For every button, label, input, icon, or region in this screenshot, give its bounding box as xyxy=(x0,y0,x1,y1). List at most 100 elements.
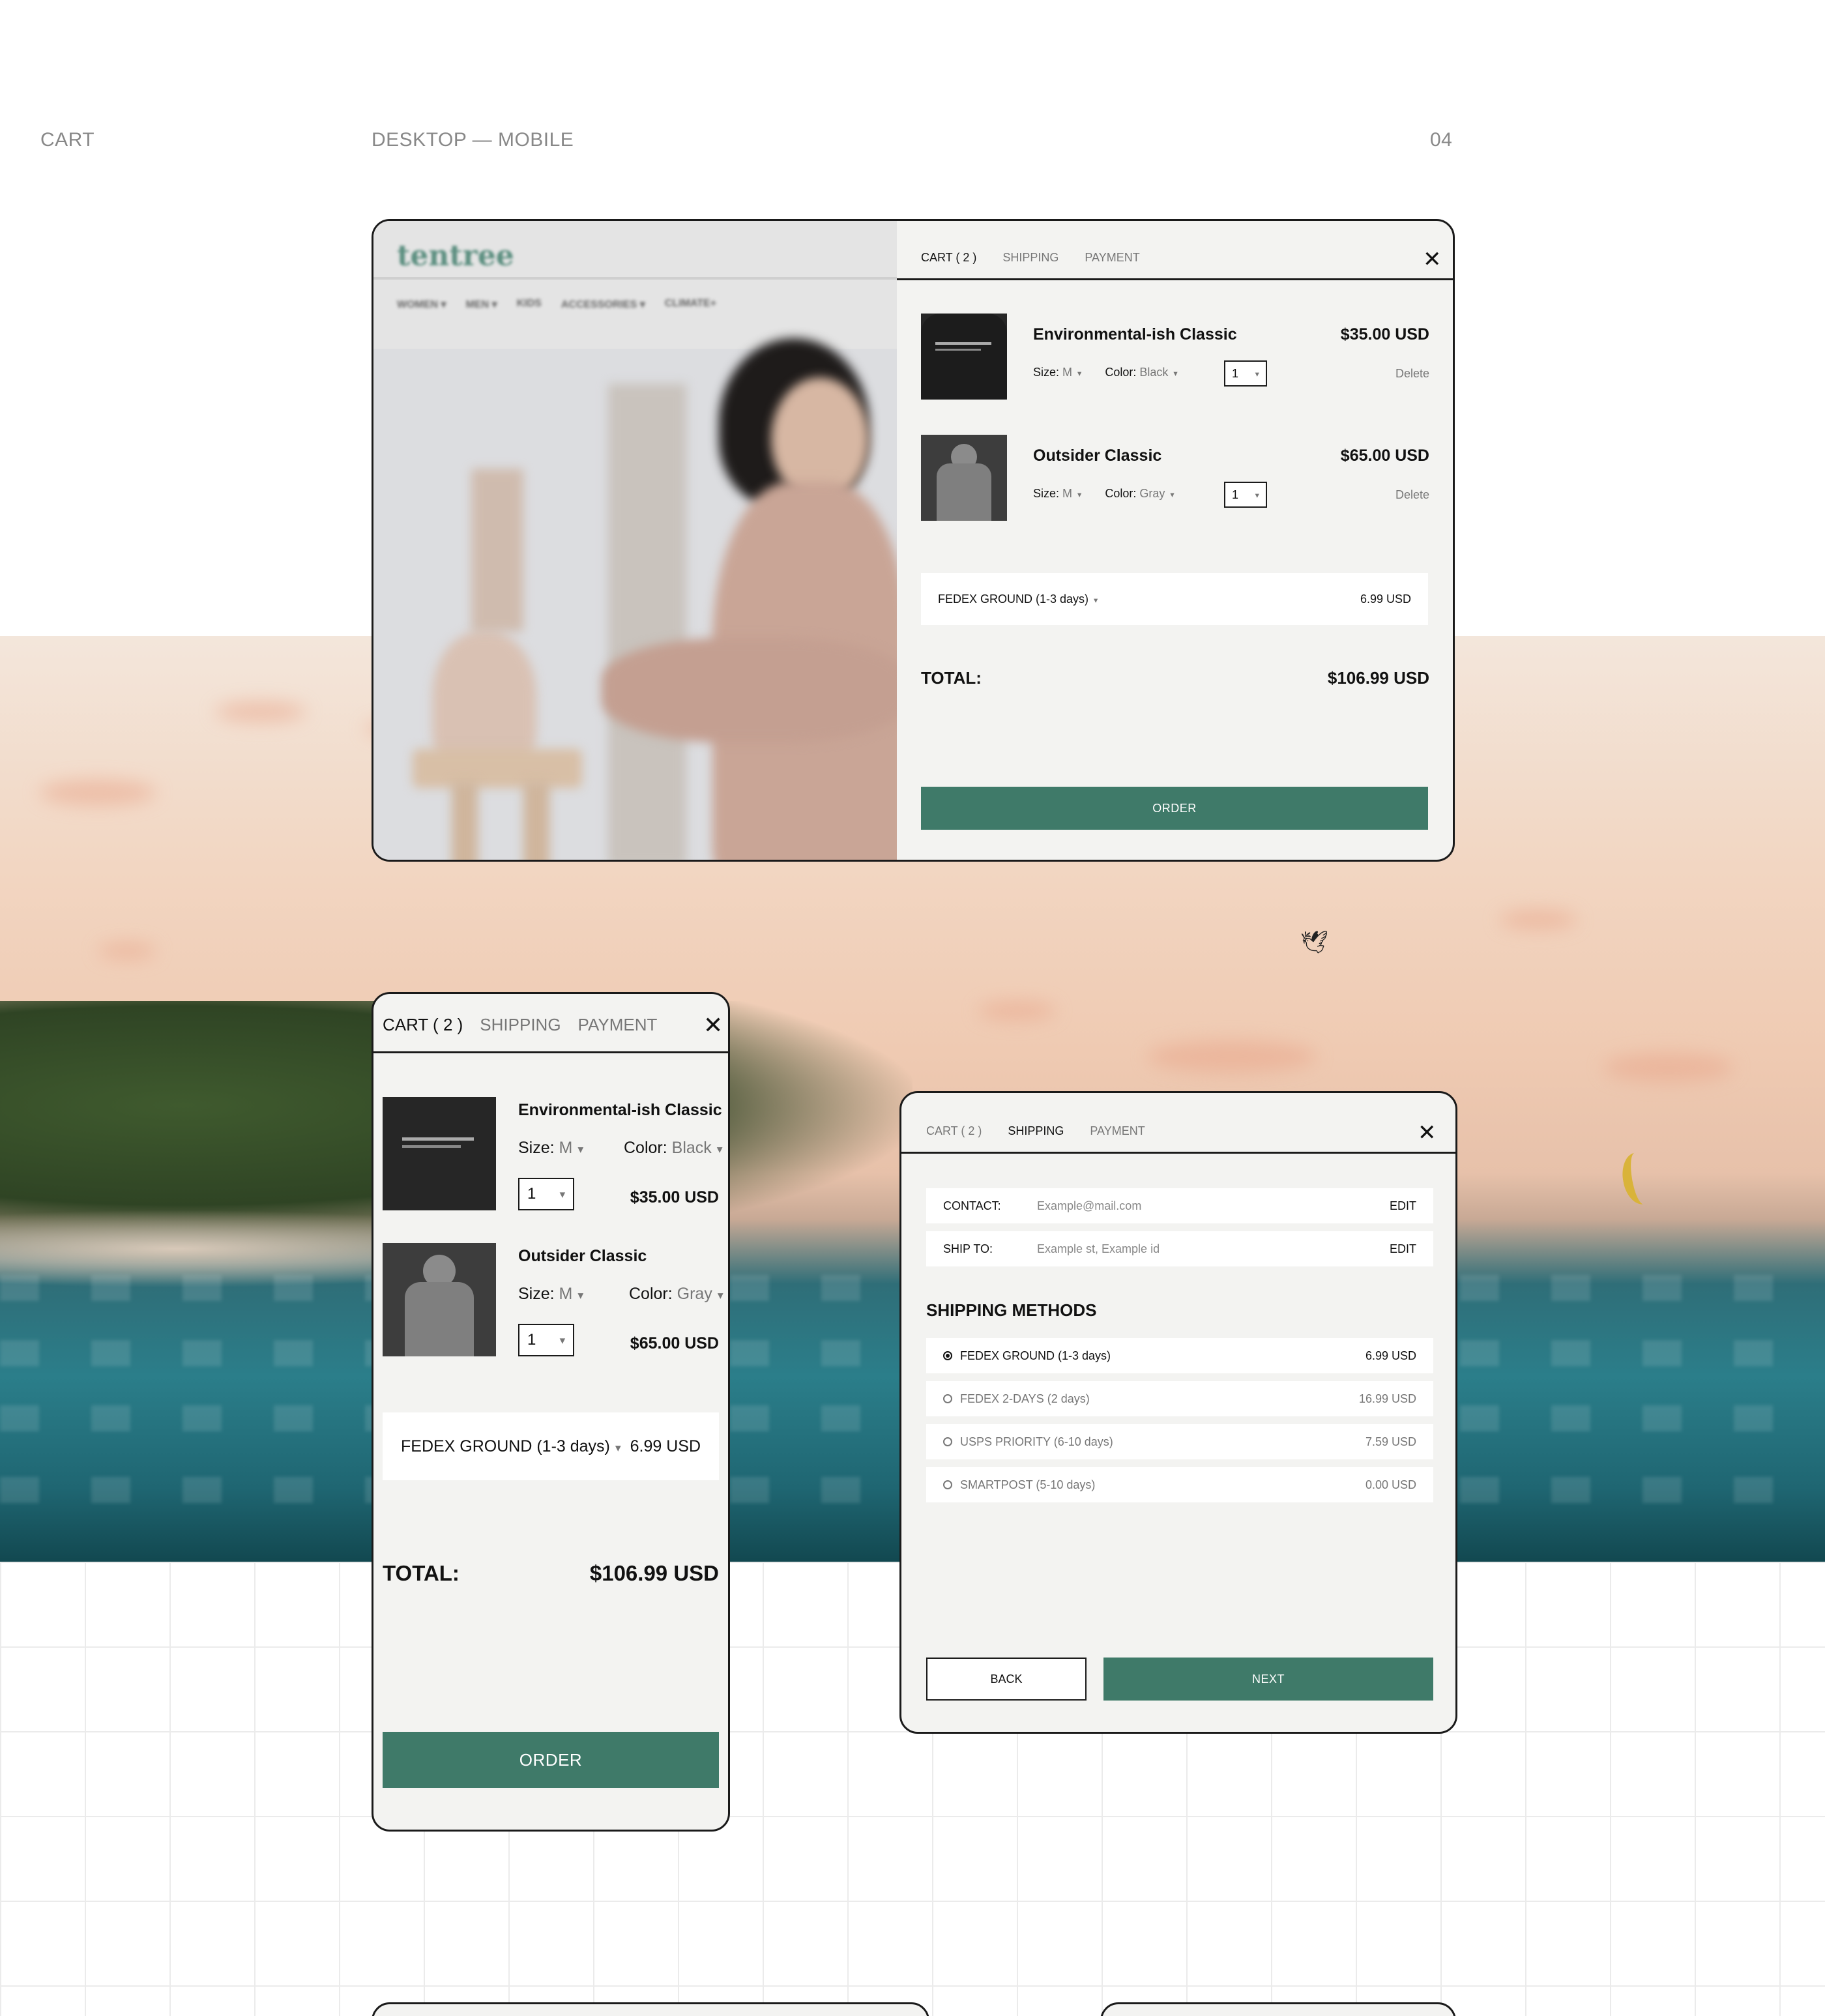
chevron-down-icon: ▾ xyxy=(1077,490,1082,499)
product-price: $35.00 USD xyxy=(630,1188,719,1206)
back-button[interactable]: BACK xyxy=(926,1658,1087,1701)
brand-logo: tentree xyxy=(397,239,514,272)
total-label: TOTAL: xyxy=(921,668,982,688)
chevron-down-icon: ▾ xyxy=(717,1289,723,1302)
bird-icon: 🕊 xyxy=(1300,930,1329,955)
product-image[interactable] xyxy=(921,435,1007,521)
tab-cart[interactable]: CART ( 2 ) xyxy=(383,1015,463,1035)
page-number: 04 xyxy=(1430,129,1453,151)
shipping-option[interactable]: FEDEX 2-DAYS (2 days) 16.99 USD xyxy=(926,1381,1433,1416)
quantity-select[interactable]: 1 ▾ xyxy=(518,1324,574,1356)
product-image[interactable] xyxy=(383,1097,496,1210)
nav-item[interactable]: MEN ▾ xyxy=(466,298,497,311)
divider xyxy=(373,1051,728,1053)
quantity-select[interactable]: 1 ▾ xyxy=(1224,482,1267,508)
radio-icon xyxy=(943,1480,952,1489)
store-navbar: tentree WOMEN ▾ MEN ▾ KIDS ACCESSORIES ▾… xyxy=(373,221,897,349)
edit-address-button[interactable]: EDIT xyxy=(1390,1242,1416,1256)
nav-item[interactable]: WOMEN ▾ xyxy=(397,298,446,311)
color-select[interactable]: Color: Black ▾ xyxy=(624,1139,723,1158)
total-amount: $106.99 USD xyxy=(1327,668,1429,688)
chevron-down-icon: ▾ xyxy=(577,1289,584,1302)
quantity-select[interactable]: 1 ▾ xyxy=(1224,360,1267,387)
shipping-option[interactable]: SMARTPOST (5-10 days) 0.00 USD xyxy=(926,1467,1433,1502)
store-nav: WOMEN ▾ MEN ▾ KIDS ACCESSORIES ▾ CLIMATE… xyxy=(397,298,716,311)
product-options: Size: M ▾ Color: Black ▾ xyxy=(1033,366,1178,379)
chevron-down-icon: ▾ xyxy=(559,1334,565,1347)
size-select[interactable]: Size: M ▾ xyxy=(518,1285,583,1304)
tab-payment[interactable]: PAYMENT xyxy=(1090,1124,1145,1138)
quantity-select[interactable]: 1 ▾ xyxy=(518,1178,574,1210)
product-name[interactable]: Outsider Classic xyxy=(1033,446,1161,465)
product-name[interactable]: Outsider Classic xyxy=(518,1247,647,1266)
radio-icon xyxy=(943,1437,952,1446)
total-amount: $106.99 USD xyxy=(589,1561,719,1585)
product-image[interactable] xyxy=(383,1243,496,1356)
nav-item[interactable]: CLIMATE+ xyxy=(665,298,716,311)
next-frame-preview xyxy=(372,2002,929,2016)
address-field[interactable]: Example st, Example id xyxy=(1037,1242,1390,1256)
section-subtitle: DESKTOP — MOBILE xyxy=(372,129,574,151)
nav-item[interactable]: KIDS xyxy=(517,298,542,311)
delete-link[interactable]: Delete xyxy=(1395,367,1429,381)
checkout-tabs: CART ( 2 ) SHIPPING PAYMENT xyxy=(926,1124,1145,1138)
tab-cart[interactable]: CART ( 2 ) xyxy=(926,1124,982,1138)
order-button[interactable]: ORDER xyxy=(383,1732,719,1788)
mobile-cart-frame: CART ( 2 ) SHIPPING PAYMENT ✕ Environmen… xyxy=(372,992,730,1832)
product-options: Size: M ▾ Color: Gray ▾ xyxy=(1033,487,1175,501)
shipping-option[interactable]: USPS PRIORITY (6-10 days) 7.59 USD xyxy=(926,1424,1433,1459)
tab-shipping[interactable]: SHIPPING xyxy=(1008,1124,1064,1138)
tab-shipping[interactable]: SHIPPING xyxy=(480,1015,561,1035)
desktop-cart-frame: tentree WOMEN ▾ MEN ▾ KIDS ACCESSORIES ▾… xyxy=(372,219,1455,862)
close-icon[interactable]: ✕ xyxy=(1418,1122,1437,1144)
tab-payment[interactable]: PAYMENT xyxy=(1085,251,1139,265)
next-frame-preview xyxy=(1100,2002,1456,2016)
tab-cart[interactable]: CART ( 2 ) xyxy=(921,251,976,265)
size-select[interactable]: Size: M ▾ xyxy=(1033,366,1081,379)
radio-selected-icon xyxy=(943,1351,952,1360)
checkout-tabs: CART ( 2 ) SHIPPING PAYMENT xyxy=(921,251,1140,265)
size-select[interactable]: Size: M ▾ xyxy=(518,1139,583,1158)
product-price: $35.00 USD xyxy=(1340,325,1429,343)
checkout-tabs: CART ( 2 ) SHIPPING PAYMENT xyxy=(383,1015,657,1035)
contact-label: CONTACT: xyxy=(943,1199,1001,1212)
close-icon[interactable]: ✕ xyxy=(1423,248,1442,270)
color-select[interactable]: Color: Black ▾ xyxy=(1105,366,1177,379)
product-price: $65.00 USD xyxy=(630,1334,719,1352)
edit-contact-button[interactable]: EDIT xyxy=(1390,1199,1416,1213)
shipping-step-frame: CART ( 2 ) SHIPPING PAYMENT ✕ CONTACT: E… xyxy=(899,1091,1457,1734)
product-image[interactable] xyxy=(921,314,1007,400)
chevron-down-icon: ▾ xyxy=(577,1143,584,1156)
section-label: CART xyxy=(40,129,95,151)
divider xyxy=(901,1152,1455,1154)
color-select[interactable]: Color: Gray ▾ xyxy=(629,1285,723,1304)
product-name[interactable]: Environmental-ish Classic xyxy=(518,1101,722,1120)
size-select[interactable]: Size: M ▾ xyxy=(1033,487,1081,501)
next-button[interactable]: NEXT xyxy=(1103,1658,1433,1701)
color-select[interactable]: Color: Gray ▾ xyxy=(1105,487,1174,501)
total-label: TOTAL: xyxy=(383,1561,460,1585)
contact-field[interactable]: Example@mail.com xyxy=(1037,1199,1390,1213)
close-icon[interactable]: ✕ xyxy=(703,1014,723,1037)
shipping-method-select[interactable]: FEDEX GROUND (1-3 days) ▾ 6.99 USD xyxy=(383,1412,719,1480)
chevron-down-icon: ▾ xyxy=(716,1143,723,1156)
ship-to-row: SHIP TO: Example st, Example id EDIT xyxy=(926,1231,1433,1266)
delete-link[interactable]: Delete xyxy=(1395,488,1429,502)
store-preview-photo: tentree WOMEN ▾ MEN ▾ KIDS ACCESSORIES ▾… xyxy=(373,221,897,860)
order-button[interactable]: ORDER xyxy=(921,787,1428,830)
product-name[interactable]: Environmental-ish Classic xyxy=(1033,325,1237,344)
chevron-down-icon: ▾ xyxy=(559,1188,565,1201)
product-price: $65.00 USD xyxy=(1340,446,1429,465)
tab-payment[interactable]: PAYMENT xyxy=(578,1015,658,1035)
radio-icon xyxy=(943,1394,952,1403)
contact-row: CONTACT: Example@mail.com EDIT xyxy=(926,1188,1433,1223)
shipping-option[interactable]: FEDEX GROUND (1-3 days) 6.99 USD xyxy=(926,1338,1433,1373)
chevron-down-icon: ▾ xyxy=(1255,369,1259,379)
chevron-down-icon: ▾ xyxy=(1173,369,1178,378)
ship-to-label: SHIP TO: xyxy=(943,1242,993,1255)
shipping-method-select[interactable]: FEDEX GROUND (1-3 days) ▾ 6.99 USD xyxy=(921,573,1428,625)
shipping-methods-title: SHIPPING METHODS xyxy=(926,1300,1097,1320)
tab-shipping[interactable]: SHIPPING xyxy=(1002,251,1058,265)
nav-item[interactable]: ACCESSORIES ▾ xyxy=(561,298,645,311)
chevron-down-icon: ▾ xyxy=(615,1440,621,1454)
